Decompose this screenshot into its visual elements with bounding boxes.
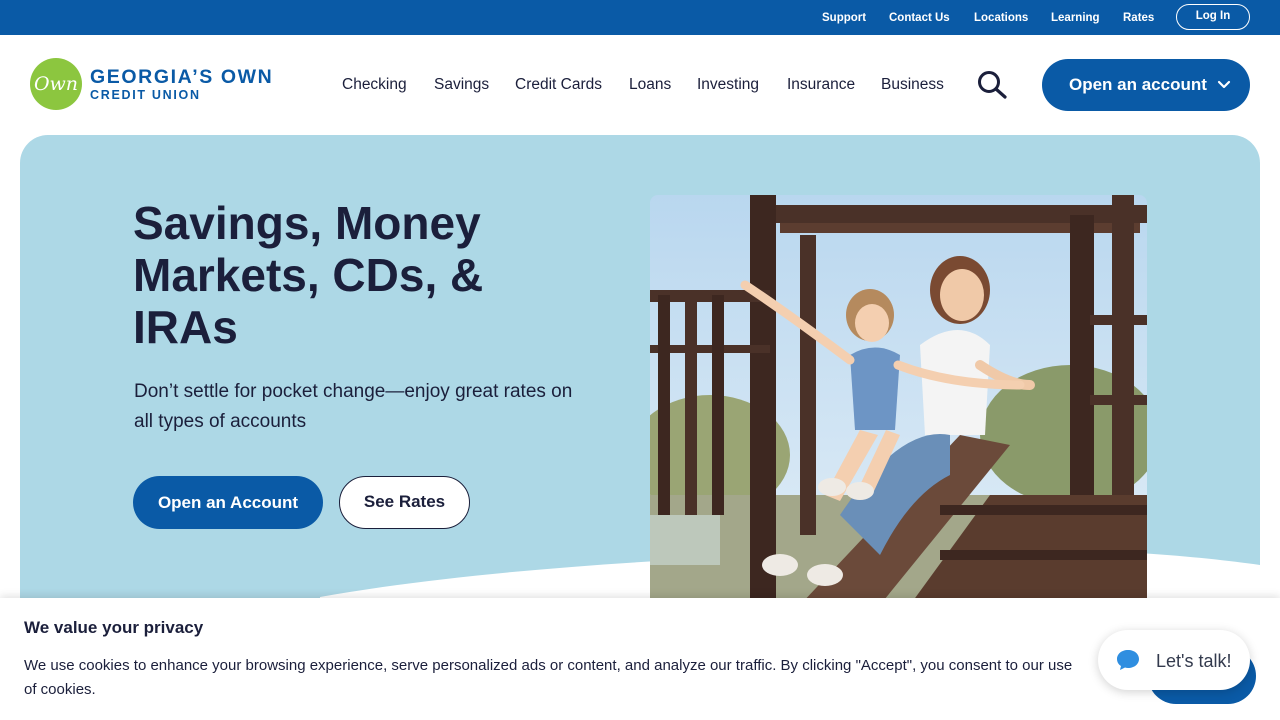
cookie-banner: We value your privacy We use cookies to … bbox=[0, 598, 1280, 720]
chat-icon bbox=[1117, 650, 1139, 670]
contact-us-link[interactable]: Contact Us bbox=[889, 12, 950, 24]
rates-link[interactable]: Rates bbox=[1123, 12, 1154, 24]
hero-subtitle: Don’t settle for pocket change—enjoy gre… bbox=[134, 381, 573, 432]
logo-mark: Own bbox=[30, 58, 82, 110]
nav-insurance[interactable]: Insurance bbox=[787, 76, 855, 94]
utility-bar: Support Contact Us Locations Learning Ra… bbox=[0, 0, 1280, 35]
locations-link[interactable]: Locations bbox=[974, 12, 1028, 24]
lets-talk-chat-button[interactable]: Let's talk! bbox=[1098, 630, 1250, 690]
search-button[interactable] bbox=[975, 70, 1009, 100]
cookie-banner-title: We value your privacy bbox=[24, 618, 204, 637]
nav-investing[interactable]: Investing bbox=[697, 76, 759, 94]
nav-credit-cards[interactable]: Credit Cards bbox=[515, 76, 602, 94]
cookie-banner-text: We use cookies to enhance your browsing … bbox=[24, 657, 1073, 698]
nav-loans[interactable]: Loans bbox=[629, 76, 671, 94]
learning-link[interactable]: Learning bbox=[1051, 12, 1100, 24]
chat-label: Let's talk! bbox=[1156, 651, 1232, 671]
open-account-dropdown-button[interactable]: Open an account bbox=[1042, 59, 1250, 111]
logo-subname: CREDIT UNION bbox=[90, 88, 201, 102]
search-icon bbox=[978, 71, 1007, 99]
nav-checking[interactable]: Checking bbox=[342, 76, 407, 94]
log-in-button[interactable]: Log In bbox=[1176, 4, 1250, 30]
logo[interactable]: Own GEORGIA’S OWN CREDIT UNION bbox=[30, 58, 275, 112]
support-link[interactable]: Support bbox=[822, 12, 866, 24]
nav-savings[interactable]: Savings bbox=[434, 76, 489, 94]
nav-business[interactable]: Business bbox=[881, 76, 944, 94]
playground-photo-illustration bbox=[650, 195, 1147, 605]
see-rates-button[interactable]: See Rates bbox=[339, 476, 470, 529]
open-an-account-button[interactable]: Open an Account bbox=[133, 476, 323, 529]
logo-name: GEORGIA’S OWN bbox=[90, 66, 274, 88]
hero-title: Savings, Money Markets, CDs, & IRAs bbox=[133, 197, 484, 353]
chevron-down-icon bbox=[1217, 80, 1231, 89]
open-account-label: Open an account bbox=[1069, 75, 1207, 94]
main-header: Own GEORGIA’S OWN CREDIT UNION Checking … bbox=[0, 35, 1280, 135]
hero-photo bbox=[650, 195, 1147, 605]
